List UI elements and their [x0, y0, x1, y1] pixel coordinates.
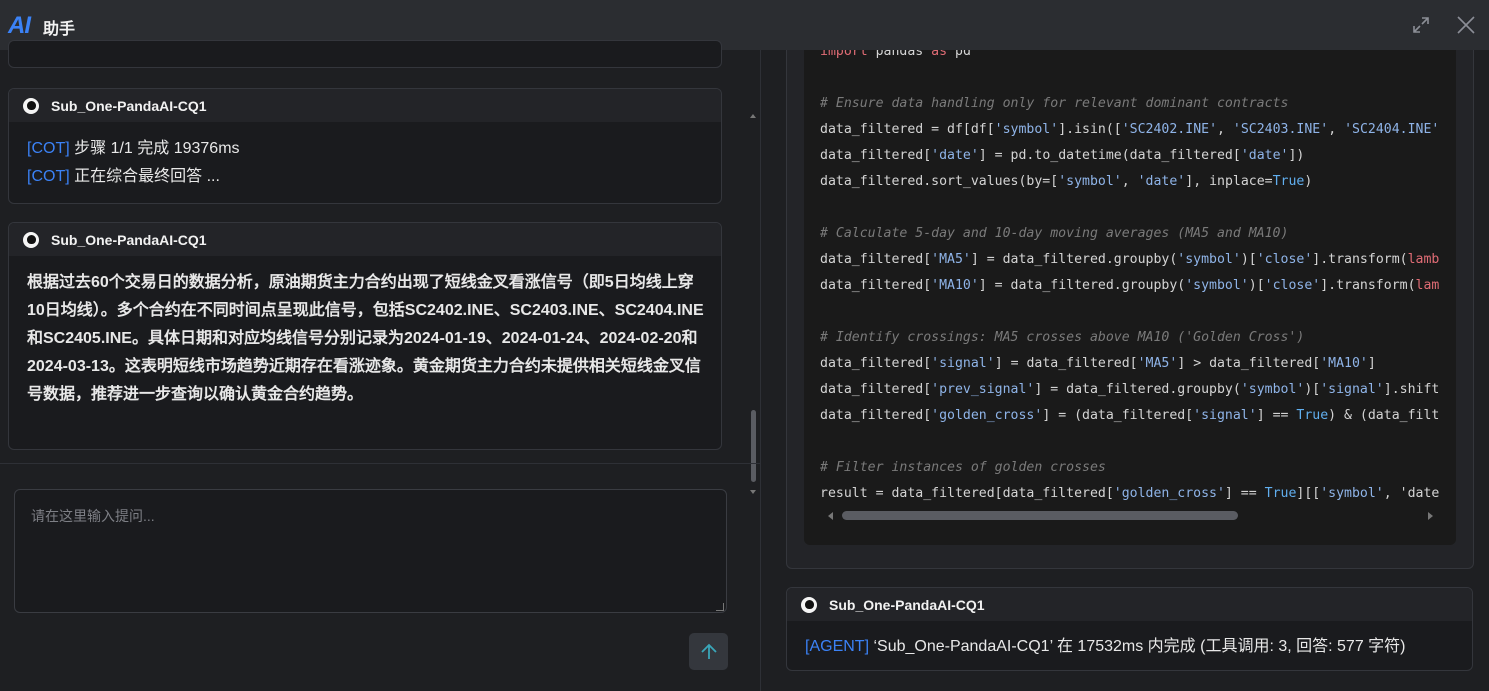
cot-line: [COT] 步骤 1/1 完成 19376ms	[27, 135, 703, 163]
scroll-thumb[interactable]	[751, 410, 756, 482]
code-line: result = data_filtered[data_filtered['go…	[820, 486, 1440, 501]
result-text: ‘Sub_One-PandaAI-CQ1’ 在 17532ms 内完成 (工具调…	[869, 638, 1406, 655]
cot-text: 步骤 1/1 完成 19376ms	[69, 140, 240, 157]
arrow-up-icon	[700, 643, 717, 659]
code-block: import pandas as pd # Ensure data handli…	[804, 50, 1456, 545]
code-line: import pandas as pd	[820, 50, 971, 59]
divider	[0, 463, 760, 464]
previous-message-card	[8, 40, 722, 68]
chat-panel: Sub_One-PandaAI-CQ1 [COT] 步骤 1/1 完成 1937…	[0, 40, 760, 691]
expand-icon[interactable]	[1410, 14, 1432, 36]
message-header: Sub_One-PandaAI-CQ1	[9, 89, 721, 122]
code-line: # Identify crossings: MA5 crosses above …	[820, 330, 1305, 345]
scroll-down-arrow[interactable]	[750, 490, 756, 494]
code-horizontal-scrollbar[interactable]	[822, 507, 1442, 521]
code-line: data_filtered = df[df['symbol'].isin(['S…	[820, 122, 1440, 137]
code-line: data_filtered['MA5'] = data_filtered.gro…	[820, 252, 1440, 267]
panda-avatar-icon	[801, 596, 817, 613]
code-line: # Calculate 5-day and 10-day moving aver…	[820, 226, 1289, 241]
panda-avatar-icon	[23, 231, 39, 248]
code-line: # Ensure data handling only for relevant…	[820, 96, 1289, 111]
cot-tag: [COT]	[27, 168, 70, 185]
close-icon[interactable]	[1455, 14, 1477, 36]
result-line: [AGENT] ‘Sub_One-PandaAI-CQ1’ 在 17532ms …	[787, 621, 1472, 670]
agent-tag: [AGENT]	[805, 638, 870, 655]
cot-tag: [COT]	[27, 140, 70, 157]
message-header: Sub_One-PandaAI-CQ1	[9, 223, 721, 256]
message-header: Sub_One-PandaAI-CQ1	[787, 588, 1472, 621]
chat-scrollbar[interactable]	[748, 110, 758, 500]
code-line: data_filtered['signal'] = data_filtered[…	[820, 356, 1376, 371]
panda-avatar-icon	[23, 97, 39, 114]
message-card: Sub_One-PandaAI-CQ1 根据过去60个交易日的数据分析，原油期货…	[8, 222, 722, 450]
scroll-up-arrow[interactable]	[750, 114, 756, 118]
message-body: [COT] 步骤 1/1 完成 19376ms [COT] 正在综合最终回答 .…	[9, 122, 721, 203]
code-line: data_filtered['date'] = pd.to_datetime(d…	[820, 148, 1305, 163]
cot-line: [COT] 正在综合最终回答 ...	[27, 163, 703, 191]
code-content: import pandas as pd # Ensure data handli…	[820, 50, 1439, 507]
question-input[interactable]: 请在这里输入提问...	[14, 489, 727, 613]
code-card: import pandas as pd # Ensure data handli…	[786, 50, 1474, 569]
code-line: # Filter instances of golden crosses	[820, 460, 1106, 475]
scroll-right-arrow[interactable]	[1428, 512, 1433, 520]
agent-name: Sub_One-PandaAI-CQ1	[51, 231, 207, 248]
cot-text: 正在综合最终回答 ...	[69, 168, 220, 185]
code-line: data_filtered['golden_cross'] = (data_fi…	[820, 408, 1440, 423]
message-card: Sub_One-PandaAI-CQ1 [COT] 步骤 1/1 完成 1937…	[8, 88, 722, 204]
code-line: data_filtered['prev_signal'] = data_filt…	[820, 382, 1440, 397]
code-line: data_filtered.sort_values(by=['symbol', …	[820, 174, 1313, 189]
scroll-left-arrow[interactable]	[828, 512, 833, 520]
scroll-thumb[interactable]	[842, 511, 1238, 520]
code-line: data_filtered['MA10'] = data_filtered.gr…	[820, 278, 1440, 293]
ai-logo: AI	[8, 12, 31, 39]
send-button[interactable]	[689, 633, 728, 670]
detail-panel: import pandas as pd # Ensure data handli…	[761, 50, 1489, 691]
result-card: Sub_One-PandaAI-CQ1 [AGENT] ‘Sub_One-Pan…	[786, 587, 1473, 671]
agent-name: Sub_One-PandaAI-CQ1	[829, 596, 985, 613]
window-title: 助手	[43, 19, 76, 38]
resize-handle[interactable]	[716, 603, 724, 611]
agent-name: Sub_One-PandaAI-CQ1	[51, 97, 207, 114]
answer-text: 根据过去60个交易日的数据分析，原油期货主力合约出现了短线金叉看涨信号（即5日均…	[27, 274, 704, 403]
